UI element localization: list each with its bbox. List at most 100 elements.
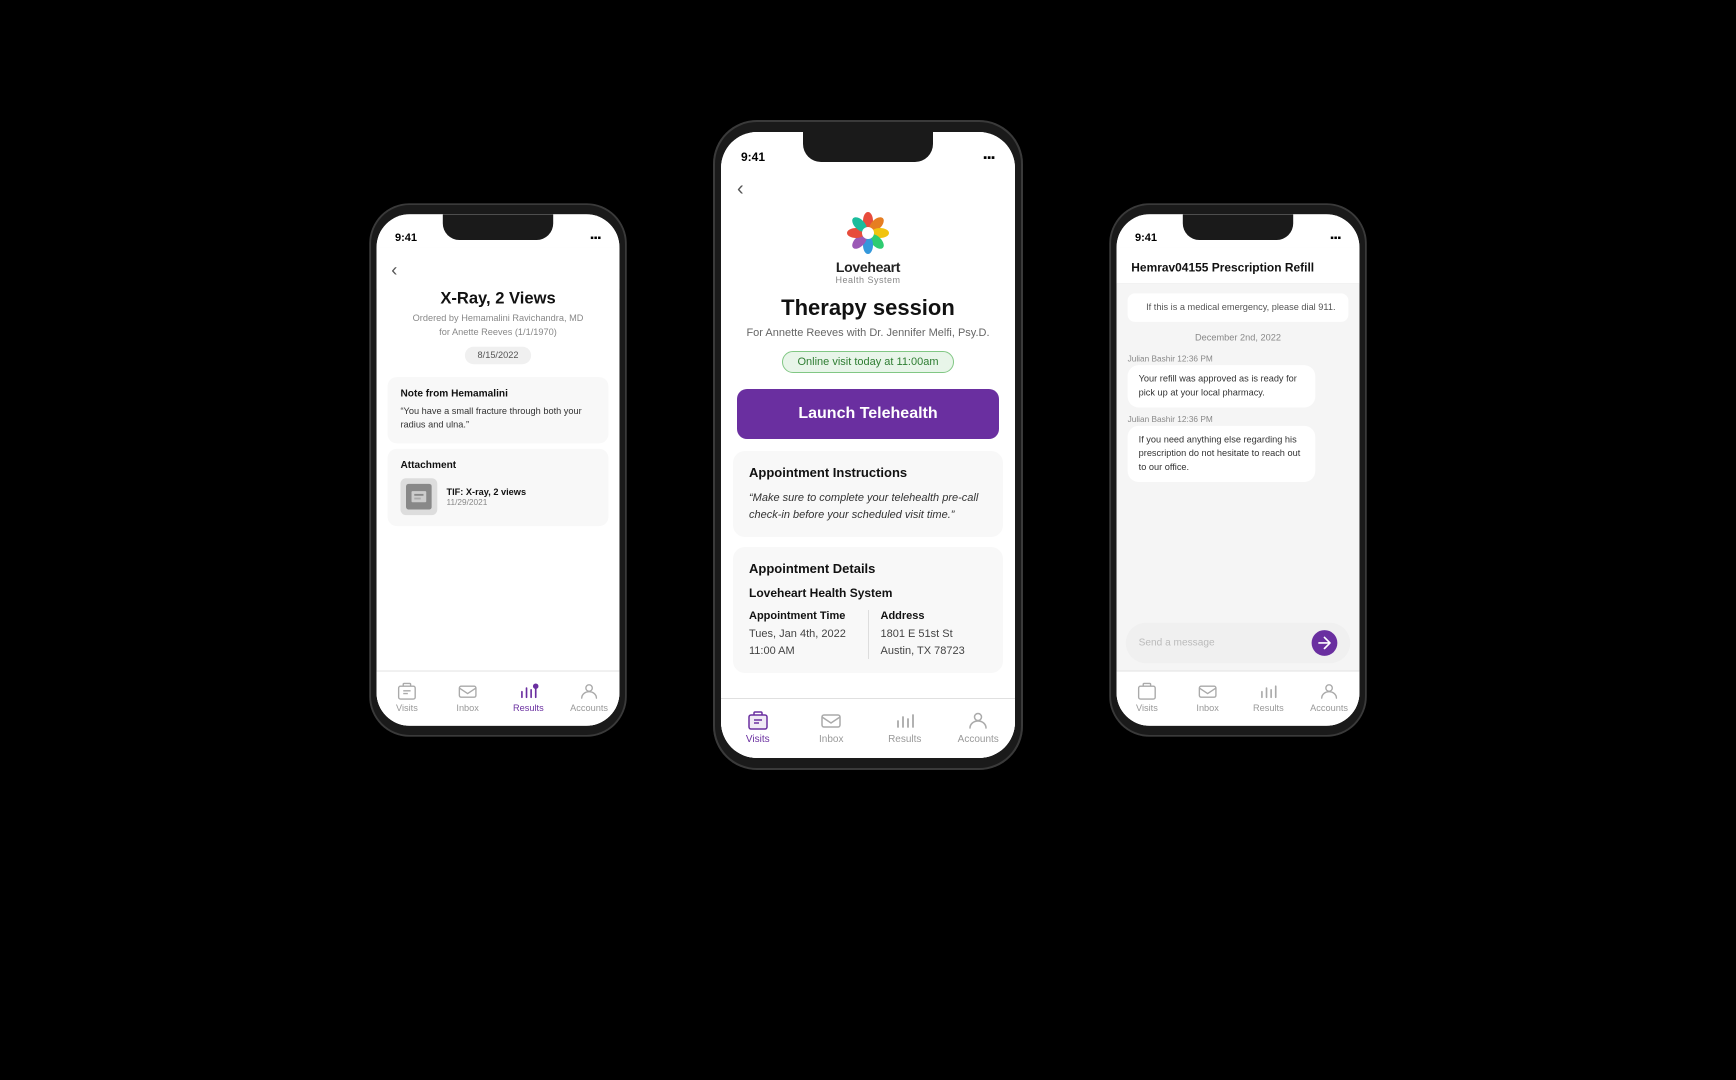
nav-item-accounts-left[interactable]: Accounts <box>559 680 620 714</box>
accounts-icon-right <box>1318 680 1340 702</box>
phone-center-screen: 9:41 ▪▪▪ ‹ <box>721 132 1015 758</box>
left-phone-content: ‹ X-Ray, 2 Views Ordered by Hemamalini R… <box>377 247 620 725</box>
attachment-label: Attachment <box>400 460 595 471</box>
date-separator: December 2nd, 2022 <box>1128 329 1349 346</box>
logo-area: Loveheart Health System <box>721 201 1015 291</box>
launch-telehealth-button[interactable]: Launch Telehealth <box>737 389 999 439</box>
appt-org-name: Loveheart Health System <box>749 586 987 600</box>
accounts-label-left: Accounts <box>570 704 608 714</box>
inbox-label-left: Inbox <box>456 704 479 714</box>
inbox-icon-center <box>819 708 843 732</box>
nav-item-accounts-center[interactable]: Accounts <box>942 708 1016 745</box>
nav-item-inbox-center[interactable]: Inbox <box>795 708 869 745</box>
back-button-center[interactable]: ‹ <box>737 178 744 200</box>
emergency-banner: If this is a medical emergency, please d… <box>1128 293 1349 322</box>
appointment-instructions-card: Appointment Instructions “Make sure to c… <box>733 451 1003 537</box>
nav-item-results-left[interactable]: Results <box>498 680 559 714</box>
nav-item-inbox-left[interactable]: Inbox <box>437 680 498 714</box>
note-label: Note from Hemamalini <box>400 388 595 399</box>
attachment-thumbnail <box>400 478 437 515</box>
xray-date-row: 8/15/2022 <box>377 339 620 371</box>
visits-icon <box>396 680 418 702</box>
results-icon-left <box>517 680 539 702</box>
phone-left-screen: 9:41 ▪▪▪ ‹ X-Ray, 2 Views Ordered by Hem… <box>377 214 620 726</box>
nav-item-inbox-right[interactable]: Inbox <box>1177 680 1238 714</box>
left-header: ‹ <box>377 247 620 288</box>
appt-time-label: Appointment Time <box>749 610 856 622</box>
notch-right <box>1183 214 1293 240</box>
phone-left: 9:41 ▪▪▪ ‹ X-Ray, 2 Views Ordered by Hem… <box>369 203 627 737</box>
phone-right-screen: 9:41 ▪▪▪ Hemrav04155 Prescription Refill… <box>1117 214 1360 726</box>
appt-instructions-quote: “Make sure to complete your telehealth p… <box>749 490 987 523</box>
inbox-label-right: Inbox <box>1196 704 1219 714</box>
results-label-right: Results <box>1253 704 1284 714</box>
note-card: Note from Hemamalini “You have a small f… <box>388 377 609 443</box>
chat-input-bar[interactable]: Send a message <box>1126 623 1350 663</box>
notch-left <box>443 214 553 240</box>
accounts-label-right: Accounts <box>1310 704 1348 714</box>
chat-bubble-1: Your refill was approved as is ready for… <box>1128 365 1316 407</box>
attachment-card: Attachment TIF: <box>388 449 609 526</box>
chat-input-placeholder: Send a message <box>1139 637 1215 648</box>
online-badge: Online visit today at 11:00am <box>782 351 953 373</box>
visits-icon-right <box>1136 680 1158 702</box>
chat-sender-1: Julian Bashir 12:36 PM <box>1128 354 1213 363</box>
appt-instructions-title: Appointment Instructions <box>749 465 987 480</box>
center-phone-content: ‹ <box>721 168 1015 758</box>
inbox-icon-left <box>457 680 479 702</box>
phone-right: 9:41 ▪▪▪ Hemrav04155 Prescription Refill… <box>1109 203 1367 737</box>
accounts-label-center: Accounts <box>958 734 999 745</box>
phones-container: 9:41 ▪▪▪ ‹ X-Ray, 2 Views Ordered by Hem… <box>418 90 1318 990</box>
nav-item-accounts-right[interactable]: Accounts <box>1299 680 1360 714</box>
nav-item-visits-center[interactable]: Visits <box>721 708 795 745</box>
visits-label-left: Visits <box>396 704 418 714</box>
nav-item-results-right[interactable]: Results <box>1238 680 1299 714</box>
chat-bubble-2: If you need anything else regarding his … <box>1128 426 1316 482</box>
appt-address-col: Address 1801 E 51st StAustin, TX 78723 <box>869 610 988 659</box>
visits-icon-center <box>746 708 770 732</box>
nav-bar-center: Visits Inbox <box>721 698 1015 758</box>
visits-label-center: Visits <box>746 734 770 745</box>
chat-message-1: Julian Bashir 12:36 PM Your refill was a… <box>1128 354 1349 407</box>
phone-center: 9:41 ▪▪▪ ‹ <box>713 120 1023 770</box>
chat-header: Hemrav04155 Prescription Refill <box>1117 247 1360 284</box>
inbox-label-center: Inbox <box>819 734 843 745</box>
chat-sender-2: Julian Bashir 12:36 PM <box>1128 415 1213 424</box>
right-phone-content: Hemrav04155 Prescription Refill If this … <box>1117 247 1360 725</box>
visits-label-right: Visits <box>1136 704 1158 714</box>
therapy-title: Therapy session <box>721 291 1015 325</box>
accounts-icon-center <box>966 708 990 732</box>
attachment-item[interactable]: TIF: X-ray, 2 views 11/29/2021 <box>400 478 595 515</box>
appointment-details-card: Appointment Details Loveheart Health Sys… <box>733 547 1003 673</box>
badge-row: Online visit today at 11:00am <box>721 347 1015 385</box>
xray-date-pill: 8/15/2022 <box>465 347 532 364</box>
loveheart-logo <box>846 211 890 255</box>
center-back-row: ‹ <box>721 168 1015 201</box>
appt-address-value: 1801 E 51st StAustin, TX 78723 <box>881 626 988 659</box>
left-screen-content: ‹ X-Ray, 2 Views Ordered by Hemamalini R… <box>377 247 620 670</box>
notch-center <box>803 132 933 162</box>
results-icon-center <box>893 708 917 732</box>
inbox-icon-right <box>1197 680 1219 702</box>
nav-item-results-center[interactable]: Results <box>868 708 942 745</box>
therapy-subtitle: For Annette Reeves with Dr. Jennifer Mel… <box>721 325 1015 347</box>
xray-ordered-by: Ordered by Hemamalini Ravichandra, MD fo… <box>377 312 620 340</box>
xray-title: X-Ray, 2 Views <box>377 289 620 312</box>
logo-subtext: Health System <box>835 275 900 285</box>
chat-message-2: Julian Bashir 12:36 PM If you need anyth… <box>1128 415 1349 482</box>
appt-details-row: Appointment Time Tues, Jan 4th, 202211:0… <box>749 610 987 659</box>
results-label-center: Results <box>888 734 921 745</box>
nav-item-visits-left[interactable]: Visits <box>377 680 438 714</box>
results-label-left: Results <box>513 704 544 714</box>
send-button[interactable] <box>1312 630 1338 656</box>
center-screen-content: ‹ <box>721 168 1015 698</box>
appt-time-value: Tues, Jan 4th, 202211:00 AM <box>749 626 856 659</box>
accounts-icon-left <box>578 680 600 702</box>
appt-time-col: Appointment Time Tues, Jan 4th, 202211:0… <box>749 610 869 659</box>
appt-details-title: Appointment Details <box>749 561 987 576</box>
back-button-left[interactable]: ‹ <box>391 260 397 281</box>
logo-text: Loveheart <box>836 259 900 275</box>
nav-bar-right: Visits Inbox <box>1117 671 1360 726</box>
attachment-date: 11/29/2021 <box>446 497 526 506</box>
nav-item-visits-right[interactable]: Visits <box>1117 680 1178 714</box>
